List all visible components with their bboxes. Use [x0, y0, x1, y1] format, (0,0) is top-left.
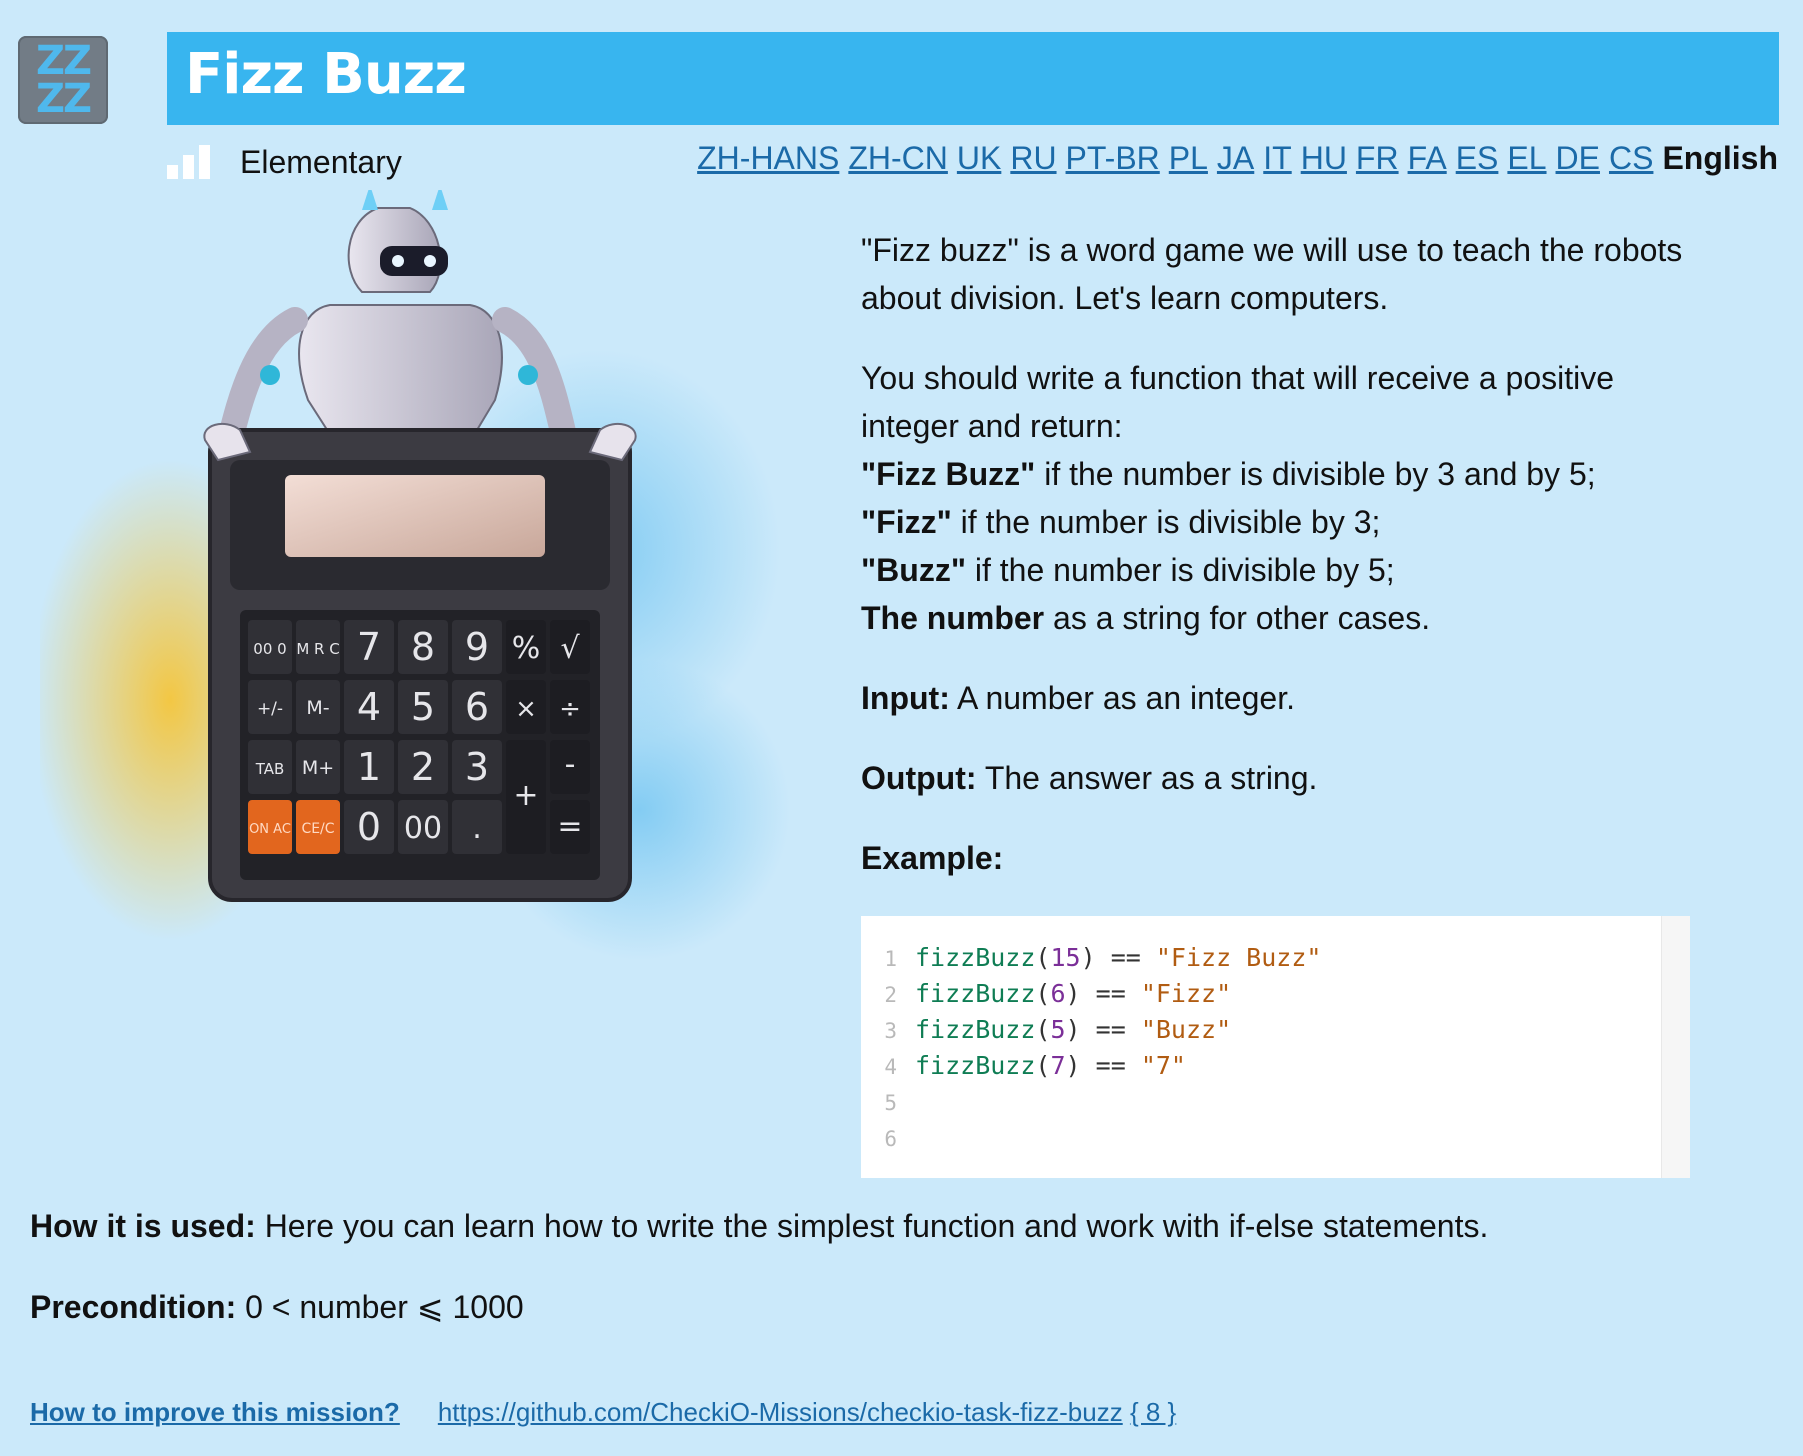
- output-label: Output:: [861, 760, 977, 796]
- lang-link[interactable]: PL: [1169, 140, 1208, 177]
- mission-logo: ZZ ZZ: [18, 36, 108, 124]
- svg-text:00: 00: [404, 811, 442, 846]
- svg-text:TAB: TAB: [255, 760, 285, 778]
- description-task: You should write a function that will re…: [861, 354, 1711, 642]
- svg-text:3: 3: [465, 745, 489, 789]
- robot-calculator-illustration: 00 0 M R C 7 8 9 % √ +/- M- 4 5 6 × ÷ TA…: [40, 190, 790, 960]
- lang-link[interactable]: JA: [1217, 140, 1254, 177]
- how-it-is-used: How it is used: Here you can learn how t…: [30, 1208, 1488, 1245]
- lang-link[interactable]: HU: [1301, 140, 1347, 177]
- rule-bold: "Fizz": [861, 504, 952, 540]
- rule-text: as a string for other cases.: [1044, 600, 1431, 636]
- precondition-text: 0 < number ⩽ 1000: [236, 1289, 524, 1325]
- level-label: Elementary: [240, 143, 402, 180]
- svg-text:2: 2: [411, 745, 435, 789]
- precondition: Precondition: 0 < number ⩽ 1000: [30, 1288, 524, 1326]
- task-text: You should write a function that will re…: [861, 360, 1615, 444]
- line-number: 5: [884, 1091, 897, 1115]
- rule-bold: "Fizz Buzz": [861, 456, 1036, 492]
- lang-link[interactable]: ES: [1456, 140, 1499, 177]
- code-example[interactable]: 1 fizzBuzz(15) == "Fizz Buzz" 2 fizzBuzz(6…: [861, 916, 1690, 1178]
- lang-link[interactable]: EL: [1507, 140, 1546, 177]
- repo-links: https://github.com/CheckiO-Missions/chec…: [438, 1397, 1176, 1428]
- svg-text:÷: ÷: [559, 694, 581, 724]
- lang-link[interactable]: ZH-CN: [848, 140, 948, 177]
- rule-text: if the number is divisible by 3 and by 5…: [1035, 456, 1596, 492]
- svg-text:+/-: +/-: [257, 699, 283, 719]
- mission-description: "Fizz buzz" is a word game we will use t…: [861, 226, 1711, 914]
- svg-text:+: +: [513, 778, 538, 813]
- code-line: 1 fizzBuzz(15) == "Fizz Buzz": [861, 940, 1690, 976]
- calc-keys-row-2: +/- M- 4 5 6 × ÷: [248, 680, 590, 734]
- lang-link[interactable]: CS: [1609, 140, 1653, 177]
- svg-text:8: 8: [411, 625, 435, 669]
- code-line: 5: [861, 1084, 1690, 1120]
- svg-text:-: -: [565, 747, 576, 782]
- line-number: 6: [884, 1127, 897, 1151]
- rule-bold: "Buzz": [861, 552, 966, 588]
- description-intro: "Fizz buzz" is a word game we will use t…: [861, 232, 1683, 316]
- mission-footer: How to improve this mission? https://git…: [30, 1397, 1176, 1428]
- svg-text:7: 7: [357, 625, 381, 669]
- svg-text:4: 4: [357, 685, 381, 729]
- svg-text:M-: M-: [306, 697, 329, 719]
- line-number: 4: [884, 1055, 897, 1079]
- input-label: Input:: [861, 680, 950, 716]
- svg-text:.: .: [472, 811, 482, 846]
- improve-mission-link[interactable]: How to improve this mission?: [30, 1397, 400, 1428]
- lang-link[interactable]: RU: [1010, 140, 1056, 177]
- line-number: 2: [884, 983, 897, 1007]
- page-title: Fizz Buzz: [185, 42, 467, 107]
- input-text: A number as an integer.: [949, 680, 1295, 716]
- svg-text:×: ×: [515, 694, 537, 724]
- output-spec: Output: The answer as a string.: [861, 754, 1711, 802]
- svg-text:6: 6: [465, 685, 489, 729]
- lang-link[interactable]: PT-BR: [1066, 140, 1160, 177]
- title-bar: Fizz Buzz: [167, 32, 1779, 125]
- logo-text-bottom: ZZ: [35, 76, 92, 122]
- github-repo-link[interactable]: https://github.com/CheckiO-Missions/chec…: [438, 1397, 1123, 1427]
- lang-link[interactable]: UK: [957, 140, 1001, 177]
- input-spec: Input: A number as an integer.: [861, 674, 1711, 722]
- svg-text:M+: M+: [302, 757, 334, 779]
- svg-text:%: %: [512, 631, 541, 666]
- usage-text: Here you can learn how to write the simp…: [255, 1208, 1489, 1244]
- code-line: 3 fizzBuzz(5) == "Buzz": [861, 1012, 1690, 1048]
- svg-text:CE/C: CE/C: [301, 821, 334, 837]
- svg-text:5: 5: [411, 685, 435, 729]
- code-line: 6: [861, 1120, 1690, 1156]
- lang-link[interactable]: IT: [1263, 140, 1291, 177]
- output-text: The answer as a string.: [976, 760, 1318, 796]
- code-line: 4 fizzBuzz(7) == "7": [861, 1048, 1690, 1084]
- svg-text:√: √: [560, 631, 580, 666]
- repo-count-link[interactable]: { 8 }: [1130, 1397, 1176, 1427]
- lang-link[interactable]: FA: [1408, 140, 1447, 177]
- svg-text:ON AC: ON AC: [249, 822, 291, 837]
- rule-text: if the number is divisible by 3;: [951, 504, 1381, 540]
- svg-text:00 0: 00 0: [253, 640, 286, 658]
- example-label: Example:: [861, 840, 1004, 876]
- difficulty-level: Elementary: [167, 142, 402, 182]
- lang-link[interactable]: ZH-HANS: [697, 140, 839, 177]
- rule-text: if the number is divisible by 5;: [966, 552, 1395, 588]
- line-number: 1: [884, 947, 897, 971]
- lang-link[interactable]: DE: [1556, 140, 1600, 177]
- svg-text:9: 9: [465, 625, 489, 669]
- usage-label: How it is used:: [30, 1208, 256, 1244]
- svg-text:1: 1: [357, 745, 381, 789]
- svg-text:0: 0: [357, 805, 381, 849]
- line-number: 3: [884, 1019, 897, 1043]
- svg-text:M R C: M R C: [296, 640, 339, 658]
- level-bars-icon: [167, 145, 210, 179]
- code-line: 2 fizzBuzz(6) == "Fizz": [861, 976, 1690, 1012]
- svg-text:=: =: [557, 809, 582, 844]
- rule-bold: The number: [861, 600, 1045, 636]
- example-heading: Example:: [861, 834, 1711, 882]
- logo-text-top: ZZ: [35, 38, 92, 84]
- precondition-label: Precondition:: [30, 1289, 237, 1325]
- calc-keys-row-1: 00 0 M R C 7 8 9 % √: [248, 620, 590, 674]
- lang-link[interactable]: FR: [1356, 140, 1399, 177]
- language-switcher: ZH-HANS ZH-CN UK RU PT-BR PL JA IT HU FR…: [697, 140, 1778, 177]
- lang-current: English: [1662, 140, 1778, 176]
